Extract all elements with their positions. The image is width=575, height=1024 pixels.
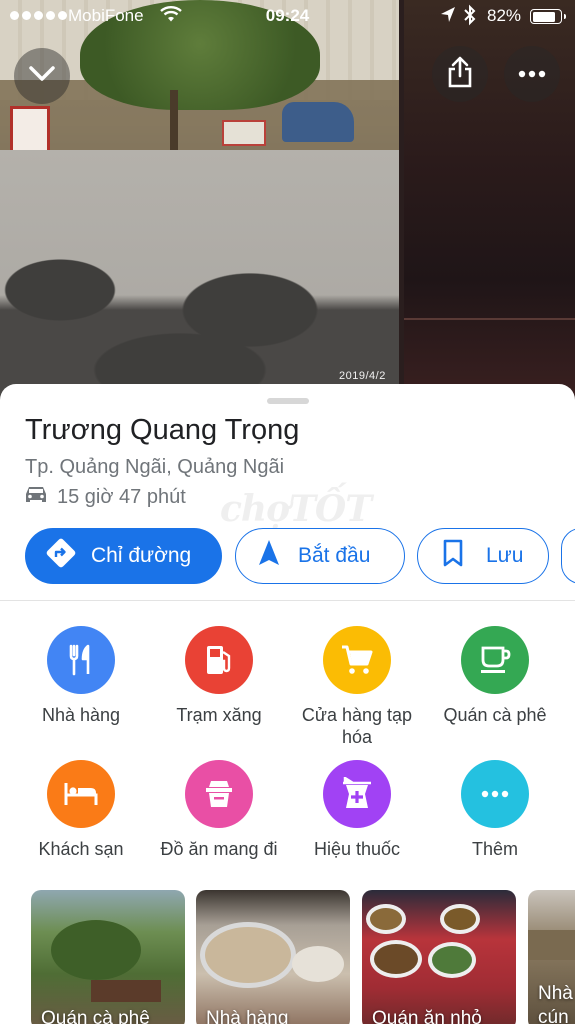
card-bowl-graphic — [370, 940, 422, 978]
place-title: Trương Quang Trọng — [25, 414, 300, 446]
nearby-card[interactable]: Nhà hàng — [196, 890, 350, 1024]
more-options-button[interactable] — [504, 46, 560, 102]
place-sheet[interactable]: Trương Quang Trọng Tp. Quảng Ngãi, Quảng… — [0, 384, 575, 1024]
photo-line — [404, 318, 575, 320]
save-label: Lưu — [486, 544, 524, 567]
section-divider — [0, 600, 575, 601]
nearby-card[interactable]: Quán cà phê — [31, 890, 185, 1024]
category-pharmacy[interactable]: Hiệu thuốc — [289, 760, 425, 860]
category-more[interactable]: Thêm — [427, 760, 563, 860]
photo-tarp — [282, 102, 354, 142]
start-label: Bắt đầu — [298, 544, 371, 567]
photo-food-cart — [222, 120, 266, 146]
chevron-down-icon — [28, 65, 56, 88]
signal-strength-icon — [10, 11, 67, 20]
directions-label: Chỉ đường — [91, 544, 192, 567]
more-actions-button[interactable] — [561, 528, 575, 584]
card-bowl-graphic — [428, 942, 476, 978]
card-tree-graphic — [51, 920, 141, 980]
card-bowl-graphic — [440, 904, 480, 934]
category-label: Quán cà phê — [443, 705, 547, 725]
card-label: Nhà cún — [538, 983, 573, 1024]
card-label: Quán ăn nhỏ — [372, 1008, 482, 1024]
category-takeout[interactable]: Đồ ăn mang đi — [151, 760, 287, 860]
share-icon — [447, 56, 473, 93]
gas-station-icon — [185, 626, 253, 694]
carrier-name: MobiFone — [68, 6, 144, 25]
drag-handle[interactable] — [267, 398, 309, 404]
photo-tree-trunk — [170, 90, 178, 150]
location-arrow-icon — [440, 6, 456, 29]
card-bowl-graphic — [366, 904, 406, 934]
card-plate-graphic — [292, 946, 344, 982]
more-dots-icon — [518, 65, 546, 83]
nearby-card[interactable]: Nhà cún — [528, 890, 575, 1024]
battery-percent: 82% — [487, 6, 522, 25]
place-address: Tp. Quảng Ngãi, Quảng Ngãi — [25, 456, 285, 478]
more-dots-icon — [461, 760, 529, 828]
directions-button[interactable]: Chỉ đường — [25, 528, 222, 584]
card-table-graphic — [91, 980, 161, 1002]
directions-icon — [45, 537, 77, 575]
save-button[interactable]: Lưu — [417, 528, 549, 584]
category-cafe[interactable]: Quán cà phê — [427, 626, 563, 726]
takeout-icon — [185, 760, 253, 828]
bluetooth-icon — [463, 4, 477, 31]
restaurant-icon — [47, 626, 115, 694]
drive-time: 15 giờ 47 phút — [57, 485, 186, 508]
bookmark-icon — [442, 539, 464, 573]
wifi-icon — [160, 4, 182, 29]
nearby-cards-row[interactable]: Quán cà phê Nhà hàng Quán ăn nhỏ Nhà cún — [0, 890, 575, 1024]
collapse-button[interactable] — [14, 48, 70, 104]
share-button[interactable] — [432, 46, 488, 102]
nearby-card[interactable]: Quán ăn nhỏ — [362, 890, 516, 1024]
category-hotel[interactable]: Khách sạn — [13, 760, 149, 860]
shopping-cart-icon — [323, 626, 391, 694]
coffee-icon — [461, 626, 529, 694]
hotel-bed-icon — [47, 760, 115, 828]
category-label: Trạm xăng — [176, 705, 262, 725]
place-photos[interactable]: 2019/4/2 — [0, 0, 575, 400]
card-roof-graphic — [528, 930, 575, 960]
category-grocery[interactable]: Cửa hàng tạp hóa — [289, 626, 425, 748]
battery-fill — [532, 11, 555, 22]
photo-date-stamp: 2019/4/2 — [339, 370, 386, 382]
start-button[interactable]: Bắt đầu — [235, 528, 405, 584]
pharmacy-icon — [323, 760, 391, 828]
category-label: Hiệu thuốc — [313, 839, 401, 859]
category-label: Thêm — [471, 839, 518, 859]
category-restaurant[interactable]: Nhà hàng — [13, 626, 149, 726]
car-icon — [25, 485, 47, 509]
category-gas-station[interactable]: Trạm xăng — [151, 626, 287, 726]
category-label: Nhà hàng — [41, 705, 121, 725]
watermark-logo: chợTỐT — [220, 488, 372, 530]
status-bar: MobiFone 09:24 82% — [0, 0, 575, 32]
card-label: Nhà hàng — [206, 1008, 289, 1024]
action-buttons-row[interactable]: Chỉ đường Bắt đầu Lưu — [25, 528, 575, 584]
navigation-arrow-icon — [258, 539, 280, 573]
drive-time-row: 15 giờ 47 phút — [25, 485, 186, 509]
category-label: Khách sạn — [38, 839, 124, 859]
battery-icon — [530, 9, 566, 24]
card-hotpot-graphic — [200, 922, 296, 988]
category-label: Cửa hàng tạp hóa — [301, 705, 413, 747]
card-label: Quán cà phê — [41, 1008, 150, 1024]
category-label: Đồ ăn mang đi — [160, 839, 278, 859]
